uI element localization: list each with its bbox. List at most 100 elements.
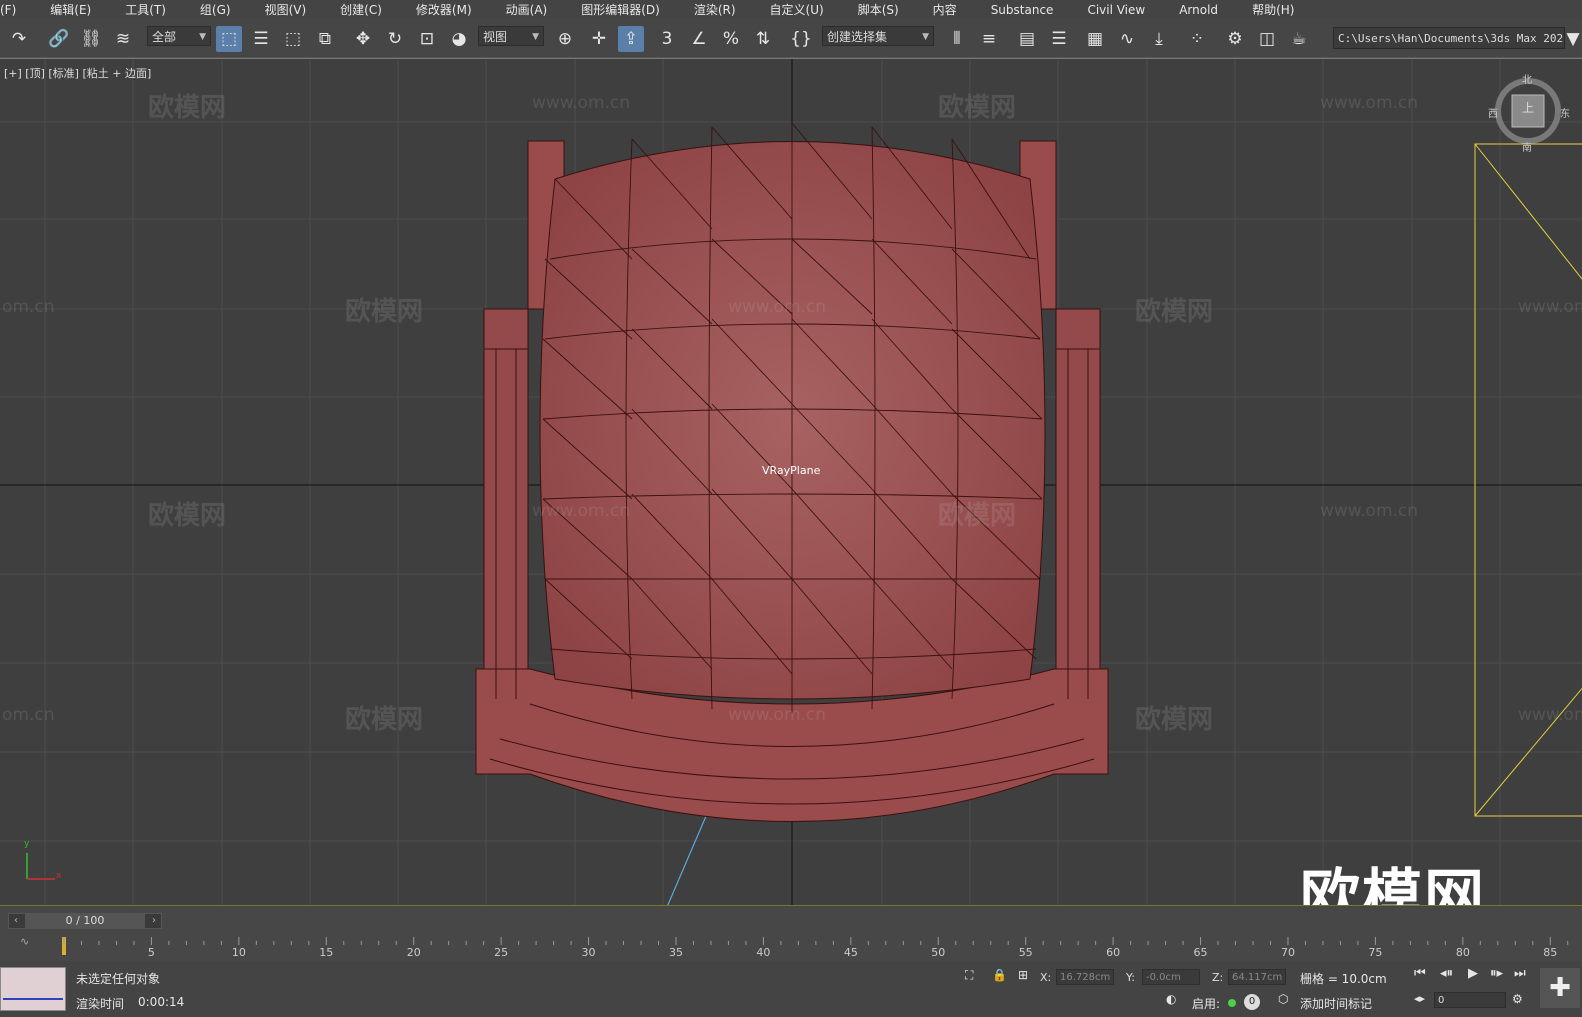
rectangular-selection-icon[interactable]: ⬚: [280, 26, 306, 52]
viewcube-south-label: 南: [1522, 143, 1532, 154]
watermark: 欧模网: [345, 705, 424, 735]
previous-frame-icon[interactable]: ◂⏸: [1440, 966, 1453, 981]
project-path-dropdown[interactable]: C:\Users\Han\Documents\3ds Max 2022: [1333, 27, 1565, 49]
prev-frame-icon[interactable]: ‹: [9, 914, 23, 928]
x-coord-field[interactable]: 16.728cm: [1056, 969, 1114, 985]
rendered-frame-window-icon[interactable]: ◫: [1254, 26, 1280, 52]
menu-item[interactable]: 渲染(R): [674, 1, 750, 18]
scale-icon[interactable]: ⊡: [414, 26, 440, 52]
play-icon[interactable]: ▶: [1468, 966, 1478, 981]
maxscript-listener-mini[interactable]: [0, 967, 66, 1011]
time-slider[interactable]: ‹ 0 / 100 ›: [8, 913, 162, 929]
pivot-center-icon[interactable]: ⊕: [552, 26, 578, 52]
next-frame-icon[interactable]: ›: [147, 914, 161, 928]
angle-snap-icon[interactable]: ∠: [686, 26, 712, 52]
time-tag-icon[interactable]: ⬡: [1278, 992, 1288, 1006]
menu-item[interactable]: 图形编辑器(D): [561, 1, 674, 18]
menu-item[interactable]: 编辑(E): [30, 1, 105, 18]
menu-item[interactable]: Arnold: [1159, 3, 1232, 17]
viewport-navigation-icon[interactable]: ✚: [1540, 968, 1580, 1008]
keyboard-shortcut-override-icon[interactable]: ⇪: [618, 26, 644, 52]
select-object-icon[interactable]: ⬚: [216, 26, 242, 52]
viewport-label[interactable]: [+] [顶] [标准] [粘土 + 边面]: [4, 65, 151, 81]
edit-named-selection-icon[interactable]: {}: [788, 26, 814, 52]
placement-icon[interactable]: ◕: [446, 26, 472, 52]
menu-bar: (F) 编辑(E) 工具(T) 组(G) 视图(V) 创建(C) 修改器(M) 动画(A) 图形…: [0, 0, 1582, 19]
bind-spacewarp-icon[interactable]: ≋: [110, 26, 136, 52]
link-icon[interactable]: 🔗: [46, 26, 72, 52]
watermark: www.om.cn: [532, 501, 631, 521]
time-ruler[interactable]: 5 10 15 20 25 30 35 40 45 50 55 60 65 70 75 80 85: [57, 935, 1577, 959]
render-production-icon[interactable]: ☕: [1286, 26, 1312, 52]
ribbon-icon[interactable]: ▦: [1082, 26, 1108, 52]
z-coord-field[interactable]: 64.117cm: [1228, 969, 1286, 985]
move-icon[interactable]: ✥: [350, 26, 376, 52]
menu-item[interactable]: (F): [0, 3, 30, 17]
add-time-tag[interactable]: 添加时间标记: [1300, 995, 1372, 1012]
material-editor-icon[interactable]: ⁘: [1184, 26, 1210, 52]
viewcube-face-label: 上: [1522, 101, 1535, 115]
absolute-mode-icon[interactable]: ⊞: [1018, 968, 1028, 982]
curve-editor-icon[interactable]: ∿: [1114, 26, 1140, 52]
key-mode-icon[interactable]: ◂▸: [1414, 992, 1425, 1005]
toolbar-overflow-icon[interactable]: ▼: [1566, 26, 1580, 52]
watermark: 欧模网: [1135, 297, 1214, 327]
align-icon[interactable]: ≡: [976, 26, 1002, 52]
percent-snap-icon[interactable]: %: [718, 26, 744, 52]
spinner-snap-icon[interactable]: ⇅: [750, 26, 776, 52]
ruler-tick-label: 85: [1543, 946, 1557, 959]
top-viewport[interactable]: 上 北 南 东 西 y x 欧模网 www.om.cn 欧模网 www.om.c…: [0, 58, 1582, 906]
menu-item[interactable]: 动画(A): [486, 1, 562, 18]
go-to-start-icon[interactable]: ⏮: [1414, 966, 1426, 981]
mirror-icon[interactable]: ⫴: [944, 26, 970, 52]
menu-item[interactable]: 脚本(S): [838, 1, 913, 18]
go-to-end-icon[interactable]: ⏭: [1514, 966, 1526, 981]
menu-item[interactable]: 视图(V): [245, 1, 321, 18]
current-frame-field[interactable]: 0: [1434, 992, 1506, 1008]
select-manipulate-icon[interactable]: ✛: [586, 26, 612, 52]
scene-explorer-icon[interactable]: ▤: [1014, 26, 1040, 52]
menu-item[interactable]: Substance: [971, 3, 1068, 17]
schematic-view-icon[interactable]: ⤓: [1146, 26, 1172, 52]
menu-item[interactable]: 创建(C): [320, 1, 396, 18]
menu-item[interactable]: 修改器(M): [396, 1, 486, 18]
watermark: 欧模网: [345, 297, 424, 327]
watermark: 欧模网: [148, 93, 227, 123]
rotate-icon[interactable]: ↻: [382, 26, 408, 52]
watermark: www.om.cn: [1320, 501, 1419, 521]
frame-display[interactable]: 0 / 100: [25, 914, 145, 928]
snap-3d-icon[interactable]: 3: [654, 26, 680, 52]
curve-editor-toggle-icon[interactable]: ∿: [20, 935, 29, 948]
menu-item[interactable]: Civil View: [1067, 3, 1159, 17]
redo-icon[interactable]: ↷: [6, 26, 32, 52]
watermark: 欧模网: [148, 501, 227, 531]
y-coord-field[interactable]: -0.0cm: [1142, 969, 1200, 985]
ruler-tick-label: 25: [494, 946, 508, 959]
x-coord-label: X:: [1040, 971, 1052, 984]
window-crossing-icon[interactable]: ⧉: [312, 26, 338, 52]
grid-size: 栅格 = 10.0cm: [1300, 972, 1387, 986]
adaptive-degradation-icon[interactable]: ◐: [1166, 992, 1176, 1006]
main-toolbar: ↷ 🔗 ⛓ ≋ 全部 ▼ ⬚ ☰ ⬚ ⧉ ✥ ↻ ⊡ ◕ 视图 ▼ ⊕ ✛ ⇪ 3 …: [0, 19, 1582, 58]
menu-item[interactable]: 帮助(H): [1232, 1, 1308, 18]
reference-coordinate-dropdown[interactable]: 视图 ▼: [478, 26, 544, 46]
isolate-selection-icon[interactable]: ⛶: [965, 968, 973, 983]
unlink-icon[interactable]: ⛓: [78, 26, 104, 52]
status-bar: 未选定任何对象 渲染时间 0:00:14 ⛶ 🔒 ⊞ X: 16.728cm Y…: [0, 962, 1582, 1017]
watermark: om.cn: [2, 705, 55, 725]
menu-item[interactable]: 内容: [913, 1, 971, 18]
lock-selection-icon[interactable]: 🔒: [992, 968, 1007, 982]
selection-filter-dropdown[interactable]: 全部 ▼: [147, 26, 211, 46]
next-frame-icon[interactable]: ⏸▸: [1490, 966, 1503, 981]
viewport-canvas[interactable]: [0, 59, 1582, 906]
ruler-tick-label: 15: [319, 946, 333, 959]
named-selection-dropdown[interactable]: 创建选择集 ▼: [822, 26, 934, 46]
menu-item[interactable]: 自定义(U): [750, 1, 838, 18]
menu-item[interactable]: 组(G): [180, 1, 245, 18]
select-by-name-icon[interactable]: ☰: [248, 26, 274, 52]
ruler-tick-label: 45: [844, 946, 858, 959]
menu-item[interactable]: 工具(T): [105, 1, 180, 18]
time-configuration-icon[interactable]: ⚙: [1512, 992, 1523, 1006]
layer-explorer-icon[interactable]: ☰: [1046, 26, 1072, 52]
render-setup-icon[interactable]: ⚙: [1222, 26, 1248, 52]
